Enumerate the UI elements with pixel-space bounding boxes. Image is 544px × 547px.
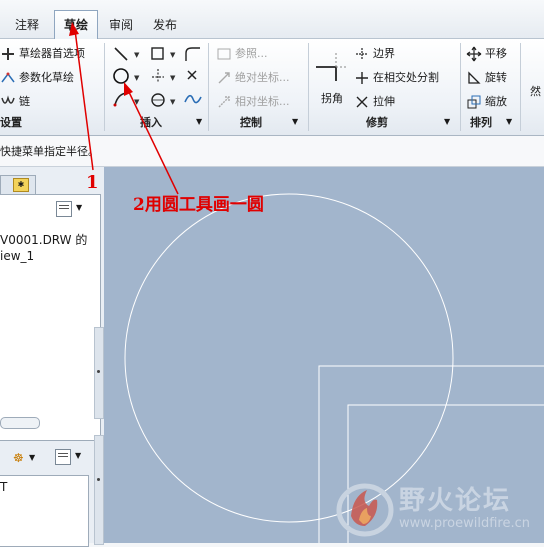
arrow-to-circle-tool: [124, 82, 179, 195]
step-1-label: 1: [86, 172, 99, 193]
step-2-label: 2用圆工具画一圆: [133, 195, 264, 215]
annotation-arrows: [69, 22, 179, 195]
arrow-to-sketch-tab: [69, 22, 94, 171]
